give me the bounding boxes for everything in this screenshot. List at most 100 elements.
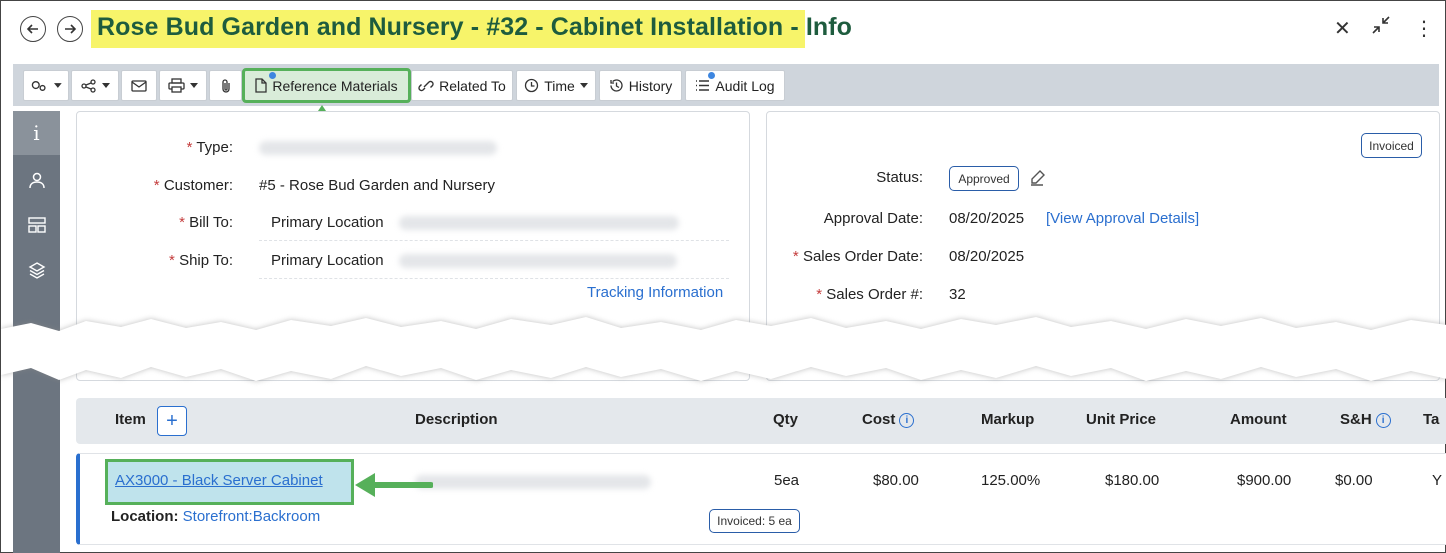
history-icon <box>610 79 623 92</box>
gears-icon <box>31 80 46 91</box>
view-approval-details-link[interactable]: [View Approval Details] <box>1046 210 1199 227</box>
email-button[interactable] <box>121 70 157 101</box>
qty-column-header: Qty <box>773 411 799 428</box>
bill-to-value[interactable]: Primary Location <box>271 214 384 231</box>
collapse-icon[interactable] <box>1371 15 1391 41</box>
amount-cell: $900.00 <box>1237 472 1292 489</box>
callout-arrow-left <box>355 473 433 497</box>
torn-edge-break <box>1 317 1446 381</box>
page-title: Rose Bud Garden and Nursery - #32 - Cabi… <box>97 13 853 41</box>
layout-tab[interactable] <box>13 203 60 247</box>
sales-order-date-label-text: Sales Order Date: <box>802 248 923 265</box>
attachment-button[interactable] <box>209 70 242 101</box>
cost-header-text: Cost <box>862 411 896 428</box>
back-button[interactable] <box>20 16 46 42</box>
print-dropdown-button[interactable] <box>159 70 207 101</box>
status-badge[interactable]: Approved <box>949 166 1019 191</box>
sh-header-text: S&H <box>1340 411 1372 428</box>
amount-column-header: Amount <box>1230 411 1287 428</box>
cost-cell[interactable]: $80.00 <box>873 472 919 489</box>
reference-materials-label: Reference Materials <box>272 77 398 94</box>
tax-cell[interactable]: Y <box>1432 472 1442 489</box>
layers-tab[interactable] <box>13 248 60 292</box>
layers-icon <box>28 262 45 279</box>
cost-column-header: Cost i <box>862 411 915 428</box>
sh-column-header: S&H i <box>1340 411 1391 428</box>
approval-date-label: Approval Date: <box>823 210 923 227</box>
close-icon[interactable]: ✕ <box>1334 16 1351 41</box>
customer-label: * Customer: <box>154 177 233 194</box>
ship-to-label: * Ship To: <box>169 252 233 269</box>
info-tab[interactable]: i <box>13 111 60 155</box>
required-mark: * <box>186 139 193 156</box>
description-column-header: Description <box>415 411 498 428</box>
item-description-blurred <box>415 475 651 489</box>
required-mark: * <box>179 214 185 231</box>
markup-column-header: Markup <box>981 411 1035 428</box>
clock-icon <box>525 78 539 93</box>
person-icon <box>28 172 45 189</box>
arrow-right-icon <box>65 24 77 34</box>
caret-down-icon <box>579 82 588 88</box>
edit-icon[interactable] <box>1028 169 1046 187</box>
tracking-information-link[interactable]: Tracking Information <box>587 284 723 301</box>
more-icon[interactable]: ⋮ <box>1414 16 1434 41</box>
related-to-label: Related To <box>439 77 506 94</box>
customer-label-text: Customer: <box>163 177 233 194</box>
history-label: History <box>628 77 673 94</box>
required-mark: * <box>153 177 160 194</box>
bill-to-address-blurred <box>399 216 679 230</box>
link-icon <box>418 80 434 91</box>
type-label: * Type: <box>187 139 233 156</box>
ship-to-value[interactable]: Primary Location <box>271 252 384 269</box>
invoiced-qty-badge: Invoiced: 5 ea <box>709 509 800 533</box>
notification-dot <box>269 72 276 79</box>
location-line: Location: Storefront:Backroom <box>111 508 320 525</box>
sales-order-date-label: * Sales Order Date: <box>793 248 923 265</box>
location-link[interactable]: Storefront:Backroom <box>183 508 321 525</box>
time-label: Time <box>544 77 575 94</box>
add-item-button[interactable]: + <box>157 406 187 436</box>
bill-to-label: * Bill To: <box>179 214 233 231</box>
info-icon[interactable]: i <box>899 413 915 428</box>
envelope-icon <box>131 79 147 92</box>
ship-to-label-text: Ship To: <box>179 252 233 269</box>
info-icon: i <box>33 121 40 145</box>
notification-dot <box>708 72 715 79</box>
time-dropdown-button[interactable]: Time <box>516 70 596 101</box>
paperclip-icon <box>221 78 230 93</box>
status-label: Status: <box>876 169 923 186</box>
required-mark: * <box>792 248 799 265</box>
bill-to-label-text: Bill To: <box>189 214 233 231</box>
item-link[interactable]: AX3000 - Black Server Cabinet <box>115 472 323 489</box>
markup-cell[interactable]: 125.00% <box>981 472 1040 489</box>
qty-cell[interactable]: 5ea <box>774 472 799 489</box>
settings-dropdown-button[interactable] <box>23 70 69 101</box>
sh-cell[interactable]: $0.00 <box>1335 472 1373 489</box>
customer-value[interactable]: #5 - Rose Bud Garden and Nursery <box>259 177 495 194</box>
share-dropdown-button[interactable] <box>71 70 119 101</box>
info-icon[interactable]: i <box>1375 413 1391 428</box>
audit-log-button[interactable]: Audit Log <box>685 70 785 101</box>
history-button[interactable]: History <box>599 70 682 101</box>
item-column-header: Item <box>115 411 146 428</box>
printer-icon <box>168 78 185 93</box>
list-icon <box>696 80 710 91</box>
audit-log-label: Audit Log <box>715 77 775 94</box>
forward-button[interactable] <box>57 16 83 42</box>
caret-down-icon <box>54 82 62 88</box>
table-icon <box>27 217 46 233</box>
unit-price-cell[interactable]: $180.00 <box>1105 472 1159 489</box>
approval-date-value: 08/20/2025 <box>949 210 1025 227</box>
ship-to-address-blurred <box>399 254 677 268</box>
divider <box>259 240 729 241</box>
required-mark: * <box>169 252 175 269</box>
contacts-tab[interactable] <box>13 158 60 202</box>
divider <box>259 278 729 279</box>
unit-price-column-header: Unit Price <box>1086 411 1157 428</box>
caret-down-icon <box>190 82 198 88</box>
sales-order-date-value[interactable]: 08/20/2025 <box>949 248 1024 265</box>
tax-column-header: Ta <box>1423 411 1440 428</box>
type-label-text: Type: <box>196 139 233 156</box>
related-to-button[interactable]: Related To <box>411 70 513 101</box>
